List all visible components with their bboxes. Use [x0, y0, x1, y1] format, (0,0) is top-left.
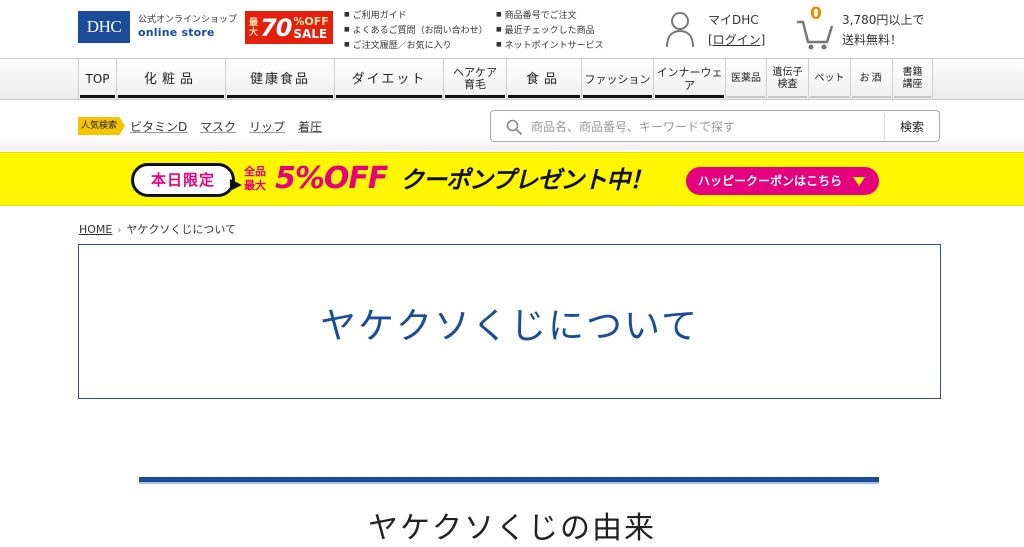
- sale-percent: 70: [260, 13, 292, 42]
- dhc-logo[interactable]: DHC: [78, 11, 130, 43]
- bubble-tail: [230, 179, 242, 191]
- popular-keyword-compression[interactable]: 着圧: [298, 118, 322, 135]
- category-nav: TOP 化粧品 健康食品 ダイエット ヘアケア 育毛 食品 ファッション インナ…: [0, 58, 1024, 100]
- search-input[interactable]: [531, 117, 871, 137]
- nav-item-genetic-test[interactable]: 遺伝子 検査: [766, 59, 808, 99]
- nav-item-medicine[interactable]: 医薬品: [725, 59, 766, 99]
- all-items-max-label: 全品 最大: [244, 165, 266, 193]
- today-only-bubble: 本日限定: [131, 163, 235, 197]
- promo-text: クーポンプレゼント中！: [400, 166, 653, 194]
- free-shipping-line2: 送料無料！: [842, 33, 903, 47]
- guide-link-net-points[interactable]: ネットポイントサービス: [496, 38, 604, 53]
- guide-link-order-by-number[interactable]: 商品番号でご注文: [496, 8, 604, 23]
- nav-item-top[interactable]: TOP: [78, 59, 116, 99]
- nav-item-innerwear[interactable]: インナーウェア: [653, 59, 725, 99]
- free-shipping-line1: 3,780円以上で: [842, 13, 925, 27]
- nav-item-haircare[interactable]: ヘアケア 育毛: [443, 59, 506, 99]
- store-label[interactable]: 公式オンラインショップ online store: [138, 14, 237, 39]
- page-title-box: ヤケクソくじについて: [78, 244, 941, 399]
- cart-count-badge: 0: [810, 4, 822, 24]
- nav-item-fashion[interactable]: ファッション: [581, 59, 653, 99]
- page-title: ヤケクソくじについて: [320, 306, 699, 347]
- coupon-banner[interactable]: 本日限定 全品 最大 5%OFF クーポンプレゼント中！ ハッピークーポンはこち…: [0, 152, 1024, 206]
- sale-banner[interactable]: 最大 70 %OFF SALE: [245, 11, 333, 44]
- guide-link-faq[interactable]: よくあるご質問（お問い合わせ）: [344, 23, 488, 38]
- guide-link-history[interactable]: ご注文履歴／お気に入り: [344, 38, 488, 53]
- all-items-text: 全品: [244, 165, 266, 178]
- popular-keyword-mask[interactable]: マスク: [200, 118, 236, 135]
- section-title: ヤケクソくじの由来: [368, 511, 656, 546]
- nav-item-health-food[interactable]: 健康食品: [225, 59, 334, 99]
- free-shipping-note: 3,780円以上で 送料無料！: [842, 10, 924, 50]
- breadcrumb: HOME › ヤケクソくじについて: [79, 221, 236, 237]
- popular-keyword-lip[interactable]: リップ: [249, 118, 285, 135]
- guide-links-col2: 商品番号でご注文 最近チェックした商品 ネットポイントサービス: [496, 8, 604, 53]
- popular-search-badge: 人気検索: [78, 117, 126, 135]
- nav-item-diet[interactable]: ダイエット: [334, 59, 443, 99]
- nav-item-books[interactable]: 書籍 講座: [892, 59, 933, 99]
- user-icon[interactable]: [665, 10, 695, 48]
- guide-link-usage[interactable]: ご利用ガイド: [344, 8, 488, 23]
- nav-item-liquor[interactable]: お酒: [850, 59, 892, 99]
- nav-item-cosmetics[interactable]: 化粧品: [116, 59, 225, 99]
- search-icon: [506, 119, 522, 135]
- triangle-down-icon: [853, 177, 865, 186]
- breadcrumb-home[interactable]: HOME: [79, 223, 112, 236]
- coupon-button-label: ハッピークーポンはこちら: [698, 174, 843, 188]
- site-header: DHC 公式オンラインショップ online store 最大 70 %OFF …: [0, 0, 1024, 58]
- breadcrumb-current: ヤケクソくじについて: [126, 223, 237, 236]
- guide-links-col1: ご利用ガイド よくあるご質問（お問い合わせ） ご注文履歴／お気に入り: [344, 8, 488, 53]
- nav-item-food[interactable]: 食品: [506, 59, 581, 99]
- login-link[interactable]: [ログイン]: [708, 31, 765, 48]
- my-dhc-link[interactable]: マイDHC: [708, 11, 759, 28]
- max-text: 最大: [244, 179, 266, 192]
- search-box: 検索: [490, 110, 940, 142]
- sale-text: SALE: [293, 26, 328, 41]
- guide-link-recently-viewed[interactable]: 最近チェックした商品: [496, 23, 604, 38]
- store-label-jp: 公式オンラインショップ: [138, 15, 238, 25]
- popular-keyword-vitamin-d[interactable]: ビタミンD: [130, 118, 187, 135]
- breadcrumb-separator-icon: ›: [117, 225, 122, 236]
- search-button[interactable]: 検索: [885, 111, 939, 141]
- nav-item-pet[interactable]: ペット: [808, 59, 850, 99]
- sale-prefix: 最大: [249, 17, 259, 38]
- happy-coupon-button[interactable]: ハッピークーポンはこちら: [686, 167, 879, 195]
- sale-off: %OFF: [293, 14, 329, 28]
- store-label-en: online store: [138, 26, 215, 39]
- promo-discount: 5%OFF: [275, 161, 388, 196]
- section-divider-light: [139, 482, 879, 484]
